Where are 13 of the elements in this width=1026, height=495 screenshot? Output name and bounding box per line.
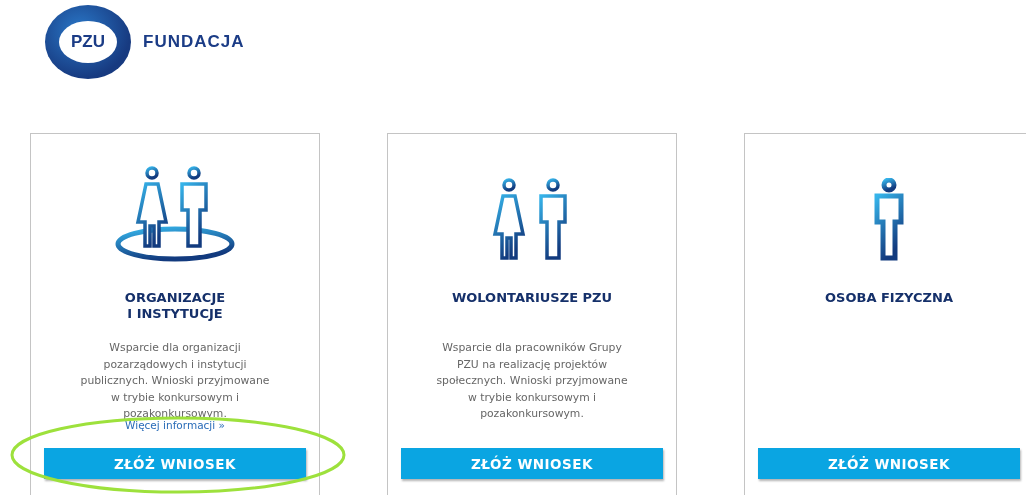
- card-title: ORGANIZACJE I INSTYTUCJE: [124, 290, 226, 323]
- person-icon: [872, 178, 906, 262]
- people-on-platform-icon: [114, 166, 236, 262]
- card-title: WOLONTARIUSZE PZU: [451, 290, 613, 307]
- submit-button[interactable]: ZŁÓŻ WNIOSEK: [44, 448, 306, 479]
- more-info-link[interactable]: Więcej informacji »: [125, 418, 225, 431]
- brand-title: FUNDACJA: [143, 32, 245, 52]
- logo-text: PZU: [59, 21, 117, 63]
- submit-button[interactable]: ZŁÓŻ WNIOSEK: [401, 448, 663, 479]
- card-description: Wsparcie dla organizacji pozarządowych i instytucji publicznych. Wnioski przyjmowane w trybie konkursowym i pozakonkursowym.: [79, 340, 271, 421]
- card-description: Wsparcie dla pracowników Grupy PZU na realizację projektów społecznych. Wnioski przyjmowane w trybie konkursowym i pozakonkursowym.: [435, 340, 629, 422]
- card-title: OSOBA FIZYCZNA: [825, 290, 953, 307]
- submit-button[interactable]: ZŁÓŻ WNIOSEK: [758, 448, 1020, 479]
